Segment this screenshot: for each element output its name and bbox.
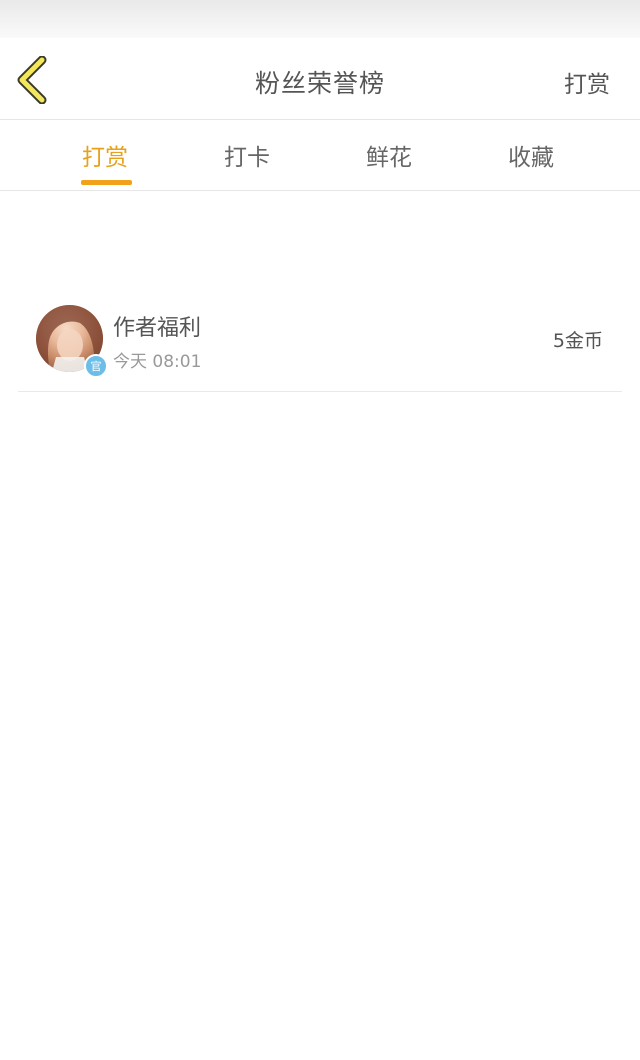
official-badge: 官 xyxy=(84,354,108,378)
tab-favorites[interactable]: 收藏 xyxy=(508,138,554,172)
tab-checkin[interactable]: 打卡 xyxy=(224,138,270,172)
active-tab-indicator xyxy=(81,180,132,185)
tab-flowers[interactable]: 鲜花 xyxy=(366,138,412,172)
user-name: 作者福利 xyxy=(113,316,202,341)
list-item[interactable]: 官 作者福利 今天 08:01 5金币 xyxy=(18,290,622,392)
app-header: 粉丝荣誉榜 打赏 xyxy=(0,38,640,120)
timestamp: 今天 08:01 xyxy=(113,352,202,372)
page-title: 粉丝荣誉榜 xyxy=(254,69,385,98)
tab-bar: 打赏 打卡 鲜花 收藏 xyxy=(0,120,640,191)
reward-amount: 5金币 xyxy=(552,330,603,352)
status-bar xyxy=(0,0,640,38)
tab-reward[interactable]: 打赏 xyxy=(82,138,128,172)
reward-header-button[interactable]: 打赏 xyxy=(564,65,610,99)
